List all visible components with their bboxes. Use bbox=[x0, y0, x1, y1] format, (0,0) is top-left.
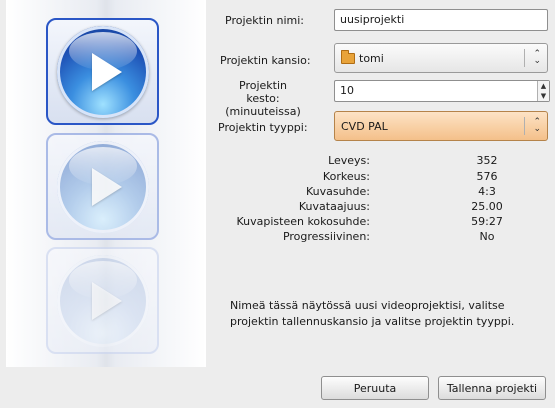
step-3-tile bbox=[46, 247, 159, 354]
project-name-label: Projektin nimi: bbox=[225, 14, 304, 27]
project-folder-combo[interactable]: tomi ⌃ ⌄ bbox=[334, 43, 548, 73]
up-down-arrows-icon: ⌃ ⌄ bbox=[533, 49, 541, 66]
play-icon bbox=[56, 140, 149, 233]
project-type-label: Projektin tyyppi: bbox=[218, 121, 308, 134]
help-text: Nimeä tässä näytössä uusi videoprojektis… bbox=[230, 299, 515, 328]
spin-arrows-icon[interactable]: ▲ ▼ bbox=[537, 81, 549, 101]
project-duration-label: Projektin kesto: (minuuteissa) bbox=[225, 79, 301, 118]
play-icon bbox=[56, 25, 149, 118]
up-down-arrows-icon: ⌃ ⌄ bbox=[533, 117, 541, 134]
project-type-combo[interactable]: CVD PAL ⌃ ⌄ bbox=[334, 111, 548, 141]
project-duration-value: 10 bbox=[340, 84, 354, 97]
step-1-tile bbox=[46, 18, 159, 125]
step-2-tile bbox=[46, 133, 159, 240]
project-folder-label: Projektin kansio: bbox=[220, 54, 311, 67]
project-type-value: CVD PAL bbox=[341, 119, 388, 133]
cancel-button[interactable]: Peruuta bbox=[321, 376, 429, 400]
project-folder-value: tomi bbox=[359, 51, 384, 65]
project-duration-spinbutton[interactable]: 10 ▲ ▼ bbox=[334, 80, 550, 102]
folder-icon bbox=[341, 49, 355, 64]
project-name-input[interactable]: uusiprojekti bbox=[334, 9, 548, 31]
save-project-button[interactable]: Tallenna projekti bbox=[438, 376, 546, 400]
play-icon bbox=[56, 254, 149, 347]
